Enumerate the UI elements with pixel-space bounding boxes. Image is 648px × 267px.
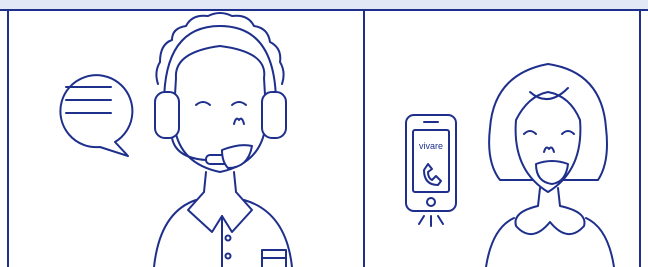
illustration-svg: vivare [0, 0, 648, 267]
headset-right-ear [261, 91, 287, 139]
support-agent-figure [153, 12, 293, 267]
agent-head [172, 45, 268, 173]
customer-collar [514, 205, 586, 235]
agent-mouth [221, 144, 253, 169]
support-call-illustration: vivare [0, 0, 648, 267]
speech-bubble-icon [59, 74, 134, 157]
agent-collar [187, 191, 253, 233]
phone-brand-label: vivare [419, 141, 443, 151]
ringing-lines-icon [418, 215, 444, 227]
headset-left-ear [154, 91, 180, 139]
top-band [0, 0, 648, 10]
customer-figure [485, 63, 615, 267]
smartphone: vivare [405, 114, 457, 212]
